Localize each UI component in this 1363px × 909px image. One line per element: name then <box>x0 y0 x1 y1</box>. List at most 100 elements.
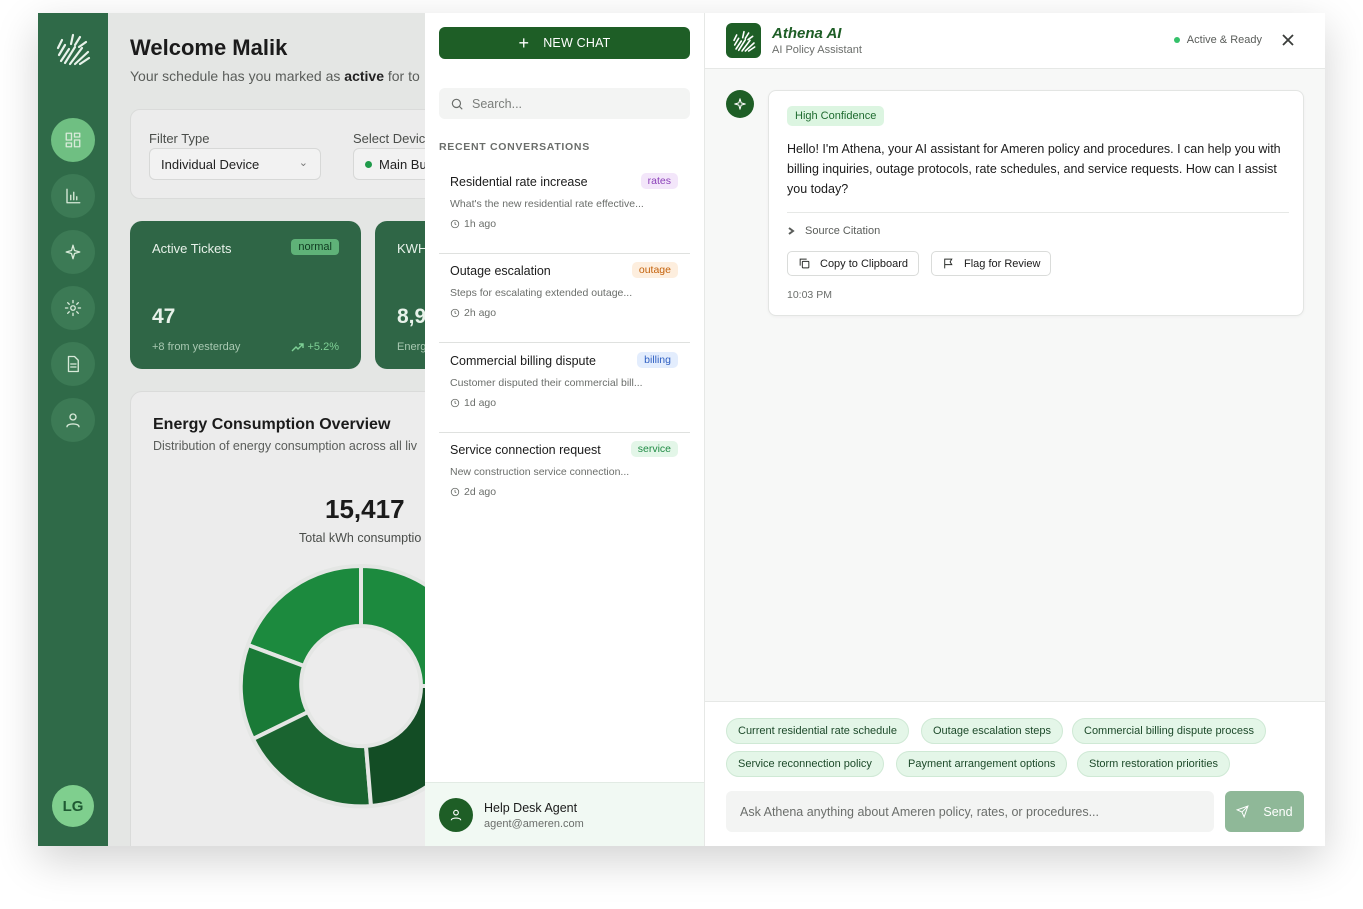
assistant-name: Athena AI <box>772 25 842 42</box>
conversations-panel: + NEW CHAT RECENT CONVERSATIONS Resident… <box>425 13 705 846</box>
suggestion-chip[interactable]: Outage escalation steps <box>921 718 1064 744</box>
document-icon <box>67 355 79 373</box>
clock-icon <box>450 219 460 229</box>
search-input[interactable] <box>472 96 672 111</box>
sparkle-icon <box>65 244 81 260</box>
sidebar-item-documents[interactable] <box>51 342 95 386</box>
select-device-label: Select Devic <box>353 131 426 146</box>
sidebar-item-profile[interactable] <box>51 398 95 442</box>
copy-to-clipboard-button[interactable]: Copy to Clipboard <box>787 251 920 276</box>
search-icon <box>451 98 463 110</box>
clock-icon <box>450 308 460 318</box>
chat-header: Athena AI AI Policy Assistant Active & R… <box>705 13 1325 69</box>
agent-name: Help Desk Agent <box>484 801 578 815</box>
sidebar-item-analytics[interactable] <box>51 174 95 218</box>
ameren-logo <box>56 33 91 66</box>
conversation-item[interactable]: Service connection request service New c… <box>439 433 690 522</box>
new-chat-button[interactable]: + NEW CHAT <box>439 27 690 59</box>
source-citation-toggle[interactable]: Source Citation <box>787 225 880 237</box>
agent-email: agent@ameren.com <box>484 818 584 830</box>
clock-icon <box>450 398 460 408</box>
conversation-title: Residential rate increase <box>450 175 588 189</box>
agent-profile[interactable]: Help Desk Agent agent@ameren.com <box>425 782 704 846</box>
sparkle-icon <box>734 98 746 110</box>
conversation-tag: outage <box>631 262 678 278</box>
page-title: Welcome Malik <box>130 35 288 60</box>
card-label: Active Tickets <box>152 241 232 256</box>
recent-conversations-heading: RECENT CONVERSATIONS <box>439 141 590 153</box>
energy-total-label: Total kWh consumptio <box>299 531 422 545</box>
energy-title: Energy Consumption Overview <box>153 416 391 433</box>
status-dot <box>1173 37 1180 43</box>
card-label: KWH <box>397 241 428 256</box>
filter-type-select[interactable]: Individual Device ⌄ <box>149 148 321 180</box>
send-icon <box>1236 805 1250 818</box>
suggestion-chip[interactable]: Storm restoration priorities <box>1077 751 1230 777</box>
conversation-preview: Customer disputed their commercial bill.… <box>450 377 643 389</box>
card-value: 8,9 <box>397 305 427 328</box>
athena-logo <box>726 23 761 58</box>
conversation-item[interactable]: Commercial billing dispute billing Custo… <box>439 344 690 433</box>
energy-subtitle: Distribution of energy consumption acros… <box>153 439 418 453</box>
gear-icon <box>64 299 82 317</box>
conversation-title: Commercial billing dispute <box>450 354 596 368</box>
app-window: LG Welcome Malik Your schedule has you m… <box>38 13 1325 846</box>
confidence-badge: High Confidence <box>787 106 885 126</box>
card-value: 47 <box>152 305 176 328</box>
chat-composer: Current residential rate schedule Outage… <box>705 701 1325 846</box>
status-indicator: Active & Ready <box>1173 34 1262 46</box>
message-text: Hello! I'm Athena, your AI assistant for… <box>787 142 1281 196</box>
trend-up-icon <box>291 342 304 351</box>
assistant-subtitle: AI Policy Assistant <box>772 44 862 56</box>
conversation-time: 2d ago <box>450 486 496 498</box>
conversation-time: 1h ago <box>450 218 496 230</box>
user-avatar[interactable]: LG <box>52 785 94 827</box>
sidebar-item-dashboard[interactable] <box>51 118 95 162</box>
conversation-title: Outage escalation <box>450 264 551 278</box>
conversation-time: 1d ago <box>450 397 496 409</box>
conversation-preview: New construction service connection... <box>450 466 630 478</box>
active-tickets-card: Active Tickets normal 47 +8 from yesterd… <box>130 221 361 369</box>
dashboard-icon <box>65 132 81 148</box>
close-icon <box>1282 34 1294 46</box>
conversation-time: 2h ago <box>450 307 496 319</box>
card-meta: Energ <box>397 341 427 353</box>
sidebar: LG <box>38 13 108 846</box>
suggestion-chip[interactable]: Service reconnection policy <box>726 751 884 777</box>
flag-for-review-button[interactable]: Flag for Review <box>931 251 1052 276</box>
conversation-tag: service <box>630 441 678 457</box>
user-icon <box>450 809 462 821</box>
copy-icon <box>799 258 810 269</box>
search-box[interactable] <box>439 88 690 119</box>
chevron-right-icon <box>788 227 795 235</box>
filter-type-label: Filter Type <box>149 131 210 146</box>
chevron-down-icon: ⌄ <box>298 157 308 169</box>
new-chat-label: NEW CHAT <box>543 36 611 50</box>
message-input-box[interactable] <box>726 791 1214 832</box>
plus-icon: + <box>518 33 530 53</box>
conversation-tag: rates <box>640 173 678 189</box>
conversation-preview: What's the new residential rate effectiv… <box>450 198 644 210</box>
card-meta: +8 from yesterday <box>152 341 241 353</box>
device-status-dot <box>365 160 372 168</box>
message-input[interactable] <box>740 804 1200 819</box>
suggestion-chip[interactable]: Commercial billing dispute process <box>1072 718 1266 744</box>
conversation-item[interactable]: Outage escalation outage Steps for escal… <box>439 254 690 343</box>
trend-indicator: +5.2% <box>291 341 339 353</box>
chart-icon <box>66 188 81 204</box>
send-button[interactable]: Send <box>1225 791 1304 832</box>
sidebar-item-ai[interactable] <box>51 230 95 274</box>
divider <box>787 212 1289 213</box>
conversation-item[interactable]: Residential rate increase rates What's t… <box>439 165 690 254</box>
flag-icon <box>944 258 953 269</box>
chat-panel: Athena AI AI Policy Assistant Active & R… <box>705 13 1325 846</box>
clock-icon <box>450 487 460 497</box>
message-time: 10:03 PM <box>787 289 832 301</box>
status-badge: normal <box>291 239 339 255</box>
sidebar-item-settings[interactable] <box>51 286 95 330</box>
suggestion-chip[interactable]: Payment arrangement options <box>896 751 1068 777</box>
conversation-tag: billing <box>637 352 678 368</box>
assistant-avatar <box>726 90 754 118</box>
close-button[interactable] <box>1278 30 1298 50</box>
suggestion-chip[interactable]: Current residential rate schedule <box>726 718 909 744</box>
